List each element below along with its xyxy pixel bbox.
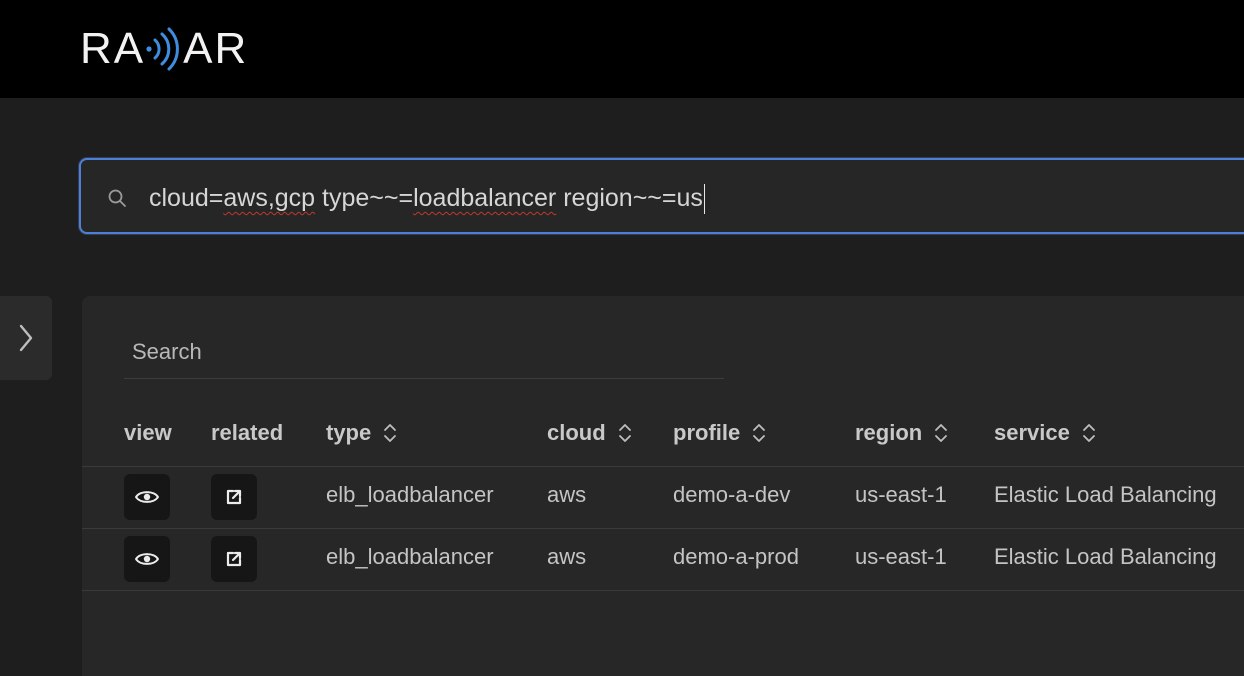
column-header-service[interactable]: service	[994, 420, 1096, 446]
query-segment: region~~=us	[556, 184, 703, 212]
query-segment: cloud=	[149, 184, 224, 212]
logo-text-left: RA	[80, 24, 146, 73]
cell-type: elb_loadbalancer	[326, 544, 494, 569]
column-label: view	[124, 420, 172, 445]
external-link-icon	[226, 489, 242, 505]
view-button[interactable]	[124, 474, 170, 520]
related-button[interactable]	[211, 474, 257, 520]
cell-region: us-east-1	[855, 544, 947, 569]
cell-profile: demo-a-dev	[673, 482, 791, 507]
column-label: related	[211, 420, 284, 445]
column-label: region	[855, 420, 923, 445]
external-link-icon	[226, 551, 242, 567]
text-caret	[703, 184, 705, 215]
sort-icon[interactable]	[618, 421, 632, 445]
eye-icon	[135, 491, 159, 503]
sidebar-toggle-button[interactable]	[0, 296, 52, 380]
cell-service: Elastic Load Balancing	[994, 544, 1217, 569]
table-row: elb_loadbalancer aws demo-a-dev us-east-…	[82, 466, 1244, 529]
cell-service: Elastic Load Balancing	[994, 482, 1217, 507]
radio-signal-icon	[146, 27, 179, 71]
query-segment: loadbalancer	[413, 184, 557, 212]
cell-cloud: aws	[547, 482, 587, 507]
cell-cloud: aws	[547, 544, 587, 569]
column-label: cloud	[547, 420, 606, 445]
column-label: type	[326, 420, 372, 445]
column-header-cloud[interactable]: cloud	[547, 420, 632, 446]
column-label: service	[994, 420, 1070, 445]
column-header-type[interactable]: type	[326, 420, 397, 446]
radar-logo[interactable]: RA AR	[80, 24, 249, 73]
chevron-right-icon	[19, 324, 33, 352]
table-search-input[interactable]	[124, 330, 724, 374]
view-button[interactable]	[124, 536, 170, 582]
table-search	[124, 330, 724, 379]
related-button[interactable]	[211, 536, 257, 582]
column-label: profile	[673, 420, 741, 445]
sort-icon[interactable]	[934, 421, 948, 445]
cell-profile: demo-a-prod	[673, 544, 799, 569]
query-segment: aws,gcp	[223, 184, 316, 212]
query-search-bar[interactable]: cloud=aws,gcp type~~=loadbalancer region…	[79, 158, 1244, 234]
top-bar: RA AR	[0, 0, 1244, 98]
column-header-related: related	[211, 420, 283, 446]
sort-icon[interactable]	[752, 421, 766, 445]
query-segment: type~~=	[315, 184, 414, 212]
eye-icon	[135, 553, 159, 565]
sort-icon[interactable]	[383, 421, 397, 445]
results-panel: view related type cloud profile region s…	[82, 296, 1244, 676]
column-header-view: view	[124, 420, 172, 446]
query-input[interactable]: cloud=aws,gcp type~~=loadbalancer region…	[149, 182, 705, 215]
column-header-region[interactable]: region	[855, 420, 948, 446]
logo-text-right: AR	[183, 24, 249, 73]
search-icon	[108, 189, 126, 207]
column-header-profile[interactable]: profile	[673, 420, 766, 446]
table-row: elb_loadbalancer aws demo-a-prod us-east…	[82, 528, 1244, 591]
cell-type: elb_loadbalancer	[326, 482, 494, 507]
sort-icon[interactable]	[1082, 421, 1096, 445]
cell-region: us-east-1	[855, 482, 947, 507]
table-header: view related type cloud profile region s…	[82, 402, 1244, 467]
